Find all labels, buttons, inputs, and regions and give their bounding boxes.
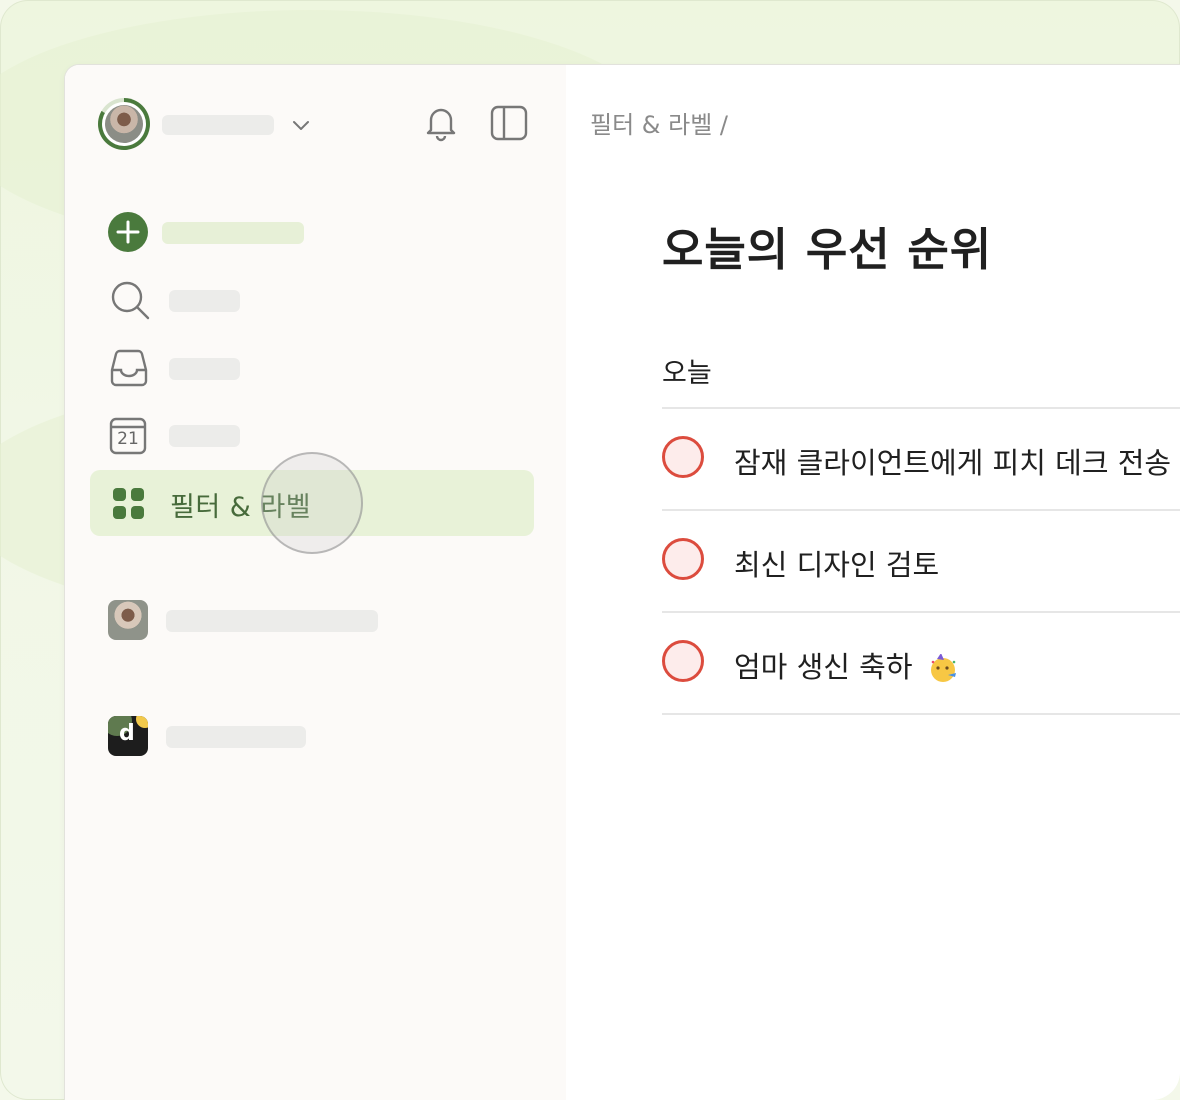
project-avatar[interactable] — [108, 600, 148, 640]
divider — [662, 611, 1180, 613]
task-item[interactable]: 잠재 클라이언트에게 피치 데크 전송 — [662, 410, 1180, 510]
calendar-icon[interactable]: 21 — [109, 417, 147, 455]
task-checkbox[interactable] — [662, 640, 704, 682]
task-checkbox[interactable] — [662, 538, 704, 580]
section-header: 오늘 — [662, 358, 712, 389]
project-label-placeholder[interactable] — [166, 726, 306, 748]
filters-labels-icon — [113, 488, 144, 519]
task-checkbox[interactable] — [662, 436, 704, 478]
inbox-icon[interactable] — [109, 348, 149, 388]
inbox-label-placeholder[interactable] — [169, 358, 240, 380]
search-label-placeholder[interactable] — [169, 290, 240, 312]
page-title: 오늘의 우선 순위 — [662, 223, 993, 276]
party-emoji-icon — [930, 654, 956, 682]
add-task-icon[interactable] — [107, 211, 149, 253]
project-label-placeholder[interactable] — [166, 610, 378, 632]
sidebar: 21 필터 & 라벨 d — [65, 65, 566, 1100]
project-avatar[interactable]: d — [108, 716, 148, 756]
add-task-label-placeholder[interactable] — [162, 222, 304, 244]
click-indicator — [261, 452, 363, 554]
divider — [662, 509, 1180, 511]
task-label: 엄마 생신 축하 — [734, 650, 913, 684]
task-item[interactable]: 엄마 생신 축하 — [662, 614, 1180, 714]
chevron-down-icon[interactable] — [289, 113, 313, 137]
divider — [662, 713, 1180, 715]
project-avatar-letter: d — [119, 721, 135, 746]
app-window: 21 필터 & 라벨 d 필터 & 라벨 / 오늘의 우선 순위 오늘 잠재 클… — [65, 65, 1180, 1100]
search-icon[interactable] — [109, 279, 151, 321]
task-label-row[interactable]: 엄마 생신 축하 — [734, 644, 958, 686]
user-avatar[interactable] — [98, 98, 150, 150]
task-label[interactable]: 최신 디자인 검토 — [734, 542, 939, 584]
calendar-day: 21 — [117, 429, 139, 449]
main-content: 필터 & 라벨 / 오늘의 우선 순위 오늘 잠재 클라이언트에게 피치 데크 … — [566, 65, 1180, 1100]
task-item[interactable]: 최신 디자인 검토 — [662, 512, 1180, 612]
sidebar-toggle-icon[interactable] — [489, 104, 529, 142]
upcoming-label-placeholder[interactable] — [169, 425, 240, 447]
app-frame: 21 필터 & 라벨 d 필터 & 라벨 / 오늘의 우선 순위 오늘 잠재 클… — [0, 0, 1180, 1100]
bell-icon[interactable] — [423, 103, 459, 143]
user-name-placeholder[interactable] — [162, 115, 274, 135]
divider — [662, 407, 1180, 409]
breadcrumb[interactable]: 필터 & 라벨 / — [590, 105, 728, 140]
task-label[interactable]: 잠재 클라이언트에게 피치 데크 전송 — [734, 440, 1171, 482]
